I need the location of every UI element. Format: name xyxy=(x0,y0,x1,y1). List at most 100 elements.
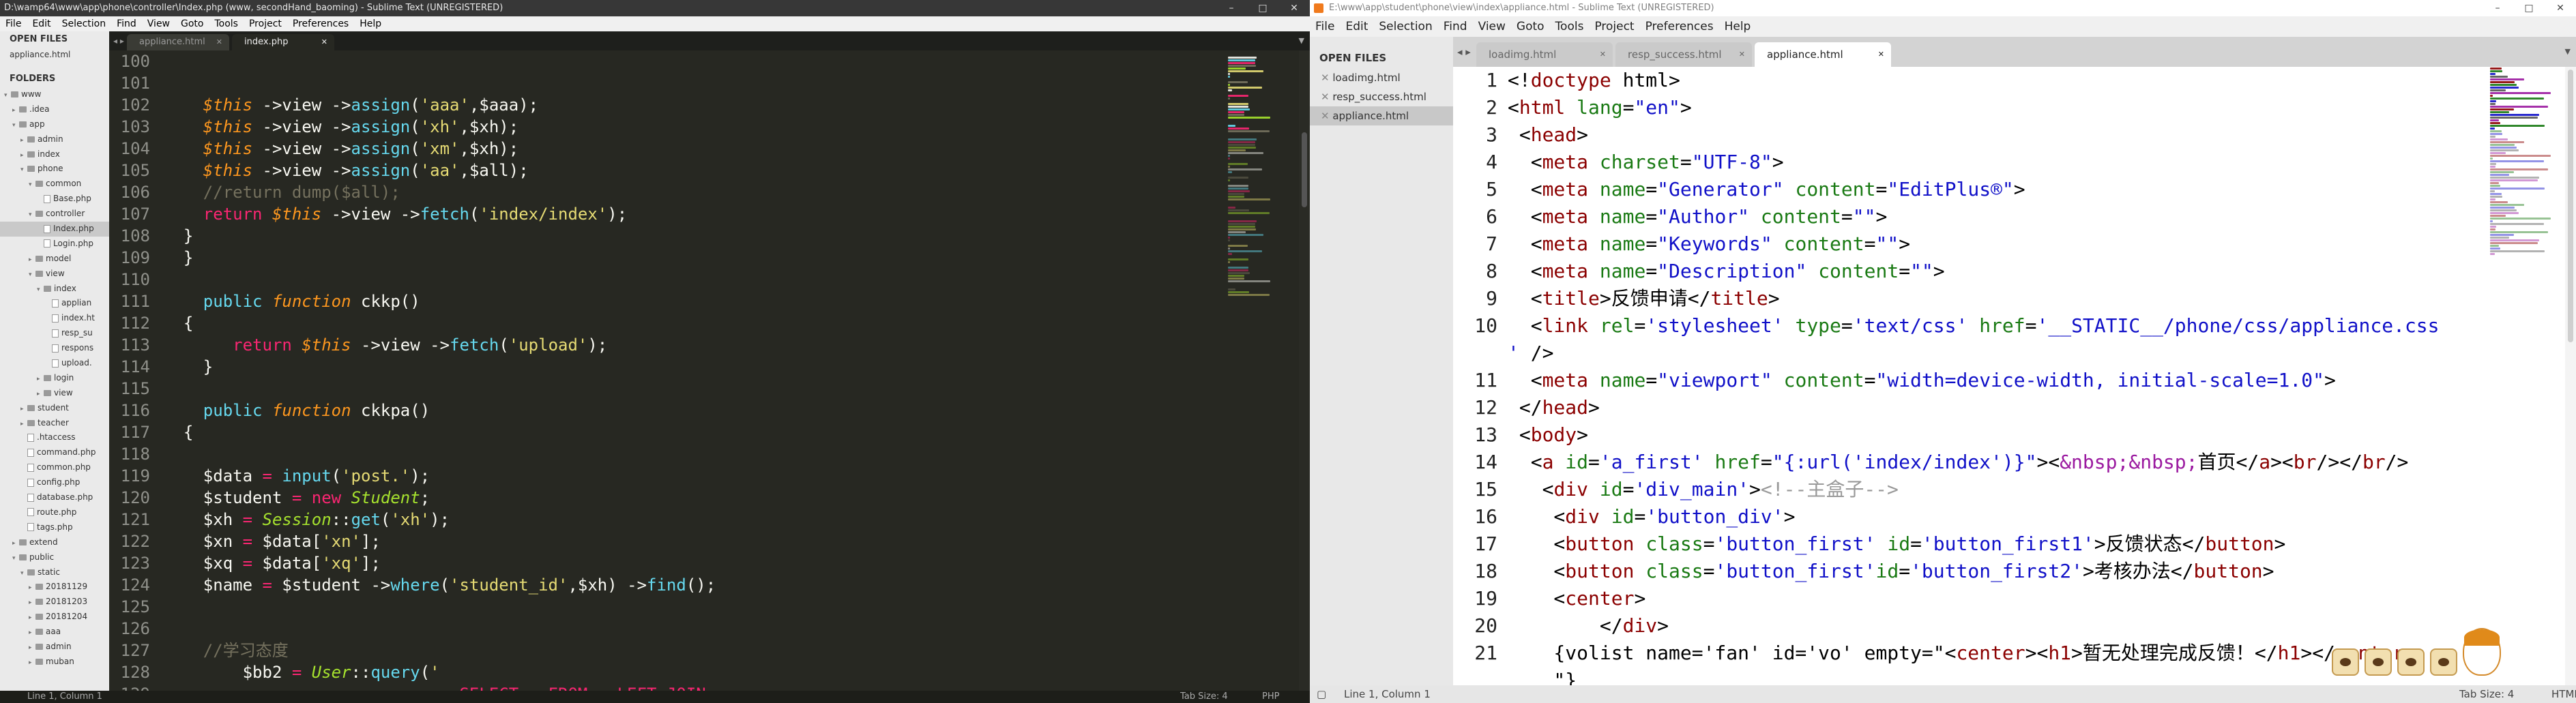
pet-item-icon[interactable] xyxy=(2397,648,2425,676)
tree-item[interactable]: ▸ aaa xyxy=(0,625,109,640)
tab-dropdown-icon[interactable]: ▼ xyxy=(1299,31,1304,50)
tree-item[interactable]: ▾ public xyxy=(0,550,109,565)
chevron-right-icon[interactable]: ▸ xyxy=(12,537,19,552)
close-icon[interactable]: ✕ xyxy=(1321,91,1332,103)
vertical-scrollbar[interactable] xyxy=(1299,50,1310,691)
chevron-down-icon[interactable]: ▾ xyxy=(29,208,35,223)
tab-appliance-html[interactable]: appliance.html ✕ xyxy=(1755,42,1891,67)
chevron-right-icon[interactable]: ▸ xyxy=(37,372,44,387)
tree-item[interactable]: index.ht xyxy=(0,311,109,326)
tree-item[interactable]: applian xyxy=(0,296,109,311)
menu-item-find[interactable]: Find xyxy=(1438,16,1473,37)
tree-item[interactable]: ▾ www xyxy=(0,87,109,102)
tree-item[interactable]: ▾ controller xyxy=(0,207,109,222)
tab-nav-arrows[interactable]: ◂ ▸ xyxy=(113,31,124,50)
tree-item[interactable]: database.php xyxy=(0,490,109,505)
chevron-down-icon[interactable]: ▾ xyxy=(20,567,27,582)
tree-item[interactable]: resp_su xyxy=(0,326,109,341)
code-editor[interactable]: $this ->view ->assign('aaa',$aaa); $this… xyxy=(164,50,1228,691)
maximize-icon[interactable]: □ xyxy=(1247,0,1278,16)
tree-item[interactable]: ▾ view xyxy=(0,267,109,282)
tree-item[interactable]: Login.php xyxy=(0,237,109,252)
tree-item[interactable]: ▾ static xyxy=(0,565,109,580)
close-icon[interactable]: ✕ xyxy=(1321,110,1332,122)
open-file-item[interactable]: appliance.html xyxy=(0,48,109,61)
pet-item-icon[interactable] xyxy=(2430,648,2457,676)
tab-appliance-html[interactable]: appliance.html ✕ xyxy=(127,34,229,50)
tree-item[interactable]: ▸ 20181204 xyxy=(0,610,109,625)
chevron-down-icon[interactable]: ▾ xyxy=(29,268,35,283)
tree-item[interactable]: ▾ phone xyxy=(0,162,109,177)
close-icon[interactable]: ✕ xyxy=(2545,0,2576,16)
code-editor[interactable]: <!doctype html> <html lang="en"> <head> <… xyxy=(1508,67,2490,685)
scrollbar-thumb[interactable] xyxy=(1302,132,1307,207)
chevron-right-icon[interactable]: ▸ xyxy=(20,134,27,149)
menu-item-file[interactable]: File xyxy=(0,16,27,31)
tree-item[interactable]: ▸ login xyxy=(0,371,109,386)
tab-size[interactable]: Tab Size: 4 xyxy=(2459,685,2514,703)
syntax-mode[interactable]: PHP xyxy=(1262,691,1279,703)
menu-item-selection[interactable]: Selection xyxy=(1373,16,1437,37)
tree-item[interactable]: ▸ muban xyxy=(0,655,109,670)
menu-item-goto[interactable]: Goto xyxy=(175,16,209,31)
tree-item[interactable]: ▸ teacher xyxy=(0,416,109,431)
tree-item[interactable]: ▸ admin xyxy=(0,132,109,147)
chevron-right-icon[interactable]: ▸ xyxy=(29,253,35,268)
tab-size[interactable]: Tab Size: 4 xyxy=(1180,691,1228,703)
tree-item[interactable]: common.php xyxy=(0,460,109,475)
desktop-pet-widget[interactable] xyxy=(2332,628,2501,676)
tree-item[interactable]: ▸ 20181129 xyxy=(0,580,109,595)
menu-item-help[interactable]: Help xyxy=(1719,16,1757,37)
minimize-icon[interactable]: – xyxy=(2482,0,2513,16)
menu-item-file[interactable]: File xyxy=(1310,16,1340,37)
chevron-right-icon[interactable]: ▸ xyxy=(20,149,27,164)
tree-item[interactable]: ▸ .idea xyxy=(0,102,109,117)
tree-item[interactable]: config.php xyxy=(0,475,109,490)
chevron-down-icon[interactable]: ▾ xyxy=(37,283,44,298)
maximize-icon[interactable]: □ xyxy=(2513,0,2545,16)
tree-item[interactable]: ▸ 20181203 xyxy=(0,595,109,610)
chevron-down-icon[interactable]: ▾ xyxy=(12,119,19,134)
open-file-item[interactable]: ✕ loadimg.html xyxy=(1310,68,1453,87)
minimap[interactable] xyxy=(2490,67,2565,685)
chevron-right-icon[interactable]: ▸ xyxy=(20,417,27,432)
tree-item[interactable]: ▸ extend xyxy=(0,535,109,550)
tree-item[interactable]: route.php xyxy=(0,505,109,520)
tree-item[interactable]: tags.php xyxy=(0,520,109,535)
chevron-down-icon[interactable]: ▾ xyxy=(12,552,19,567)
tree-item[interactable]: .htaccess xyxy=(0,430,109,445)
menu-item-selection[interactable]: Selection xyxy=(57,16,112,31)
menu-item-tools[interactable]: Tools xyxy=(209,16,244,31)
tree-item[interactable]: upload. xyxy=(0,356,109,371)
menu-item-help[interactable]: Help xyxy=(354,16,387,31)
menu-item-preferences[interactable]: Preferences xyxy=(287,16,354,31)
menu-item-preferences[interactable]: Preferences xyxy=(1640,16,1719,37)
menu-item-find[interactable]: Find xyxy=(111,16,142,31)
close-icon[interactable]: ✕ xyxy=(1278,0,1310,16)
open-file-item[interactable]: ✕ appliance.html xyxy=(1310,106,1453,125)
close-icon[interactable]: ✕ xyxy=(321,34,327,50)
menu-item-edit[interactable]: Edit xyxy=(27,16,56,31)
menu-item-project[interactable]: Project xyxy=(244,16,287,31)
tree-item[interactable]: Index.php xyxy=(0,222,109,237)
chevron-right-icon[interactable]: ▸ xyxy=(29,581,35,596)
menu-item-view[interactable]: View xyxy=(1473,16,1511,37)
tab-nav-arrows[interactable]: ◂ ▸ xyxy=(1457,37,1471,67)
menu-item-view[interactable]: View xyxy=(142,16,175,31)
close-icon[interactable]: ✕ xyxy=(1600,42,1606,67)
chevron-right-icon[interactable]: ▸ xyxy=(29,656,35,671)
tree-item[interactable]: respons xyxy=(0,341,109,356)
tree-item[interactable]: command.php xyxy=(0,445,109,460)
menu-item-goto[interactable]: Goto xyxy=(1511,16,1550,37)
pet-character-icon[interactable] xyxy=(2463,628,2501,676)
tree-item[interactable]: ▾ app xyxy=(0,117,109,132)
chevron-right-icon[interactable]: ▸ xyxy=(29,596,35,611)
tree-item[interactable]: ▸ admin xyxy=(0,640,109,655)
menu-item-edit[interactable]: Edit xyxy=(1340,16,1373,37)
close-icon[interactable]: ✕ xyxy=(1321,72,1332,84)
chevron-right-icon[interactable]: ▸ xyxy=(12,104,19,119)
chevron-right-icon[interactable]: ▸ xyxy=(29,641,35,656)
open-file-item[interactable]: ✕ resp_success.html xyxy=(1310,87,1453,106)
minimap[interactable] xyxy=(1228,50,1299,691)
tree-item[interactable]: ▸ view xyxy=(0,386,109,401)
